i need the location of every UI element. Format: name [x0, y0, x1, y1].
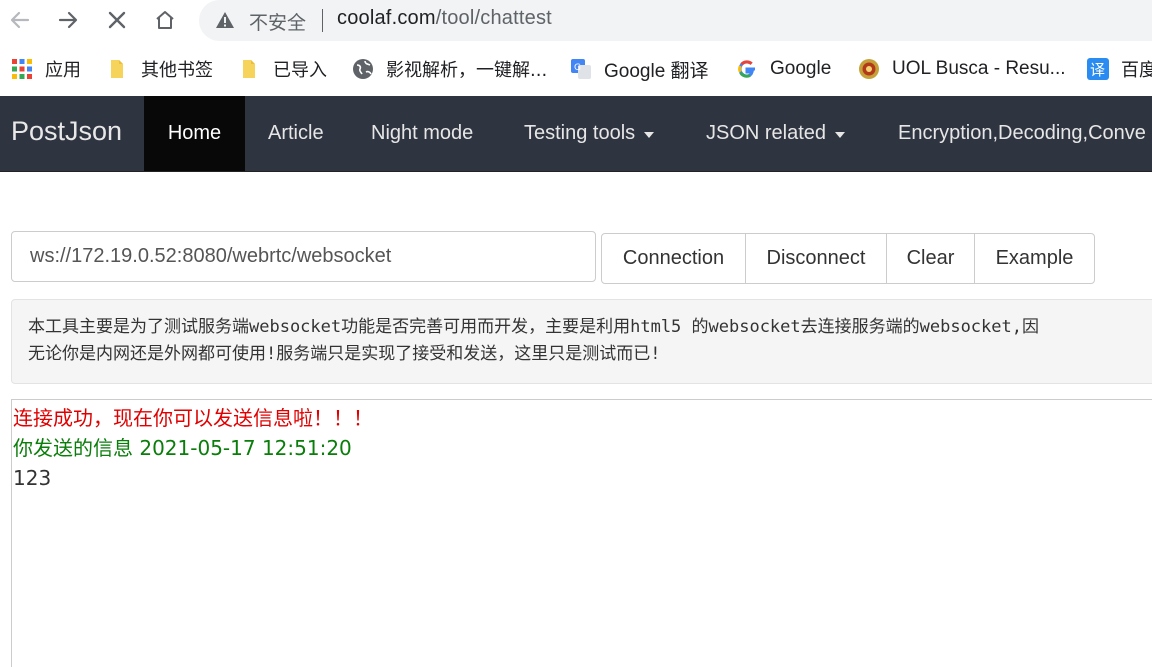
websocket-url-input[interactable]: ws://172.19.0.52:8080/webrtc/websocket — [11, 231, 596, 282]
address-bar[interactable]: 不安全 coolaf.com/tool/chattest — [199, 0, 1152, 41]
bookmark-other[interactable]: 其他书签 — [107, 56, 213, 82]
nav-label: JSON related — [706, 122, 827, 144]
forward-arrow-icon — [58, 11, 78, 29]
forward-button[interactable] — [53, 5, 83, 35]
bookmark-label: 已导入 — [273, 60, 327, 81]
bookmark-label: 应用 — [45, 60, 81, 81]
google-translate-icon: G — [571, 59, 591, 79]
back-button[interactable] — [5, 5, 35, 35]
nav-label: Home — [167, 122, 222, 144]
folder-icon — [243, 60, 255, 78]
example-button[interactable]: Example — [974, 233, 1095, 284]
google-g-icon — [738, 60, 755, 78]
insecure-label[interactable]: 不安全 — [249, 8, 306, 35]
nav-label: Article — [268, 122, 324, 144]
url-text[interactable]: coolaf.com/tool/chattest — [337, 7, 552, 30]
nav-article[interactable]: Article — [268, 96, 324, 171]
bookmark-imported[interactable]: 已导入 — [239, 56, 327, 82]
bookmark-label: Google 翻译 — [604, 60, 709, 82]
nav-home[interactable]: Home — [144, 96, 245, 171]
app-navbar: PostJson Home Article Night mode Testing… — [0, 96, 1152, 172]
bookmark-google[interactable]: Google — [736, 56, 831, 82]
close-icon — [108, 11, 126, 29]
bookmark-uol[interactable]: UOL Busca - Resu... — [858, 56, 1066, 82]
nav-testing-tools[interactable]: Testing tools — [524, 96, 655, 171]
svg-text:译: 译 — [1090, 61, 1105, 79]
warning-icon[interactable] — [215, 10, 235, 30]
caret-down-icon — [835, 131, 846, 138]
clear-button[interactable]: Clear — [886, 233, 975, 284]
address-separator — [322, 9, 323, 32]
bookmark-label: 影视解析，一键解... — [386, 60, 548, 81]
uol-icon — [859, 59, 879, 79]
url-path: /tool/chattest — [435, 7, 552, 29]
folder-icon — [111, 60, 123, 78]
bookmark-label: UOL Busca - Resu... — [892, 58, 1066, 79]
translate-badge-icon: 译 — [1087, 58, 1109, 80]
browser-toolbar: 不安全 coolaf.com/tool/chattest — [0, 0, 1152, 42]
action-button-group: Connection Disconnect Clear Example — [601, 233, 1095, 284]
brand-logo[interactable]: PostJson — [11, 116, 122, 147]
bookmark-baidu[interactable]: 译 百度 — [1087, 56, 1152, 82]
home-button[interactable] — [150, 5, 180, 35]
nav-label: Testing tools — [524, 122, 636, 144]
sent-message-header: 你发送的信息 2021-05-17 12:51:20 — [13, 436, 352, 460]
bookmark-label: 百度 — [1121, 60, 1152, 81]
bookmarks-bar: 应用 其他书签 已导入 影视解析，一键解... G Google 翻译 Goog… — [0, 42, 1152, 96]
caret-down-icon — [644, 131, 655, 138]
nav-encryption[interactable]: Encryption,Decoding,Conve — [898, 96, 1146, 171]
bookmark-label: Google — [770, 58, 832, 79]
svg-text:G: G — [574, 63, 581, 73]
nav-night-mode[interactable]: Night mode — [371, 96, 473, 171]
back-arrow-icon — [10, 11, 30, 29]
note-line: 本工具主要是为了测试服务端websocket功能是否完善可用而开发，主要是利用h… — [28, 317, 1039, 337]
stop-button[interactable] — [102, 5, 132, 35]
message-log[interactable]: 连接成功，现在你可以发送信息啦！！！ 你发送的信息 2021-05-17 12:… — [11, 399, 1152, 667]
bookmark-apps[interactable]: 应用 — [11, 56, 81, 82]
apps-grid-icon — [12, 59, 32, 79]
globe-icon — [353, 59, 373, 79]
bookmark-video-parse[interactable]: 影视解析，一键解... — [352, 56, 547, 82]
bookmark-label: 其他书签 — [141, 60, 213, 81]
nav-label: Night mode — [371, 122, 474, 144]
info-note: 本工具主要是为了测试服务端websocket功能是否完善可用而开发，主要是利用h… — [11, 299, 1152, 384]
disconnect-button[interactable]: Disconnect — [745, 233, 887, 284]
nav-json-related[interactable]: JSON related — [706, 96, 846, 171]
url-host: coolaf.com — [337, 7, 436, 29]
connection-button[interactable]: Connection — [601, 233, 746, 284]
sent-message-body: 123 — [13, 466, 52, 490]
home-icon — [156, 11, 174, 29]
note-line: 无论你是内网还是外网都可使用!服务端只是实现了接受和发送，这里只是测试而已! — [28, 344, 661, 364]
connection-success-message: 连接成功，现在你可以发送信息啦！！！ — [13, 406, 373, 430]
nav-label: Encryption,Decoding,Conve — [898, 122, 1146, 144]
bookmark-google-translate[interactable]: G Google 翻译 — [570, 56, 709, 82]
